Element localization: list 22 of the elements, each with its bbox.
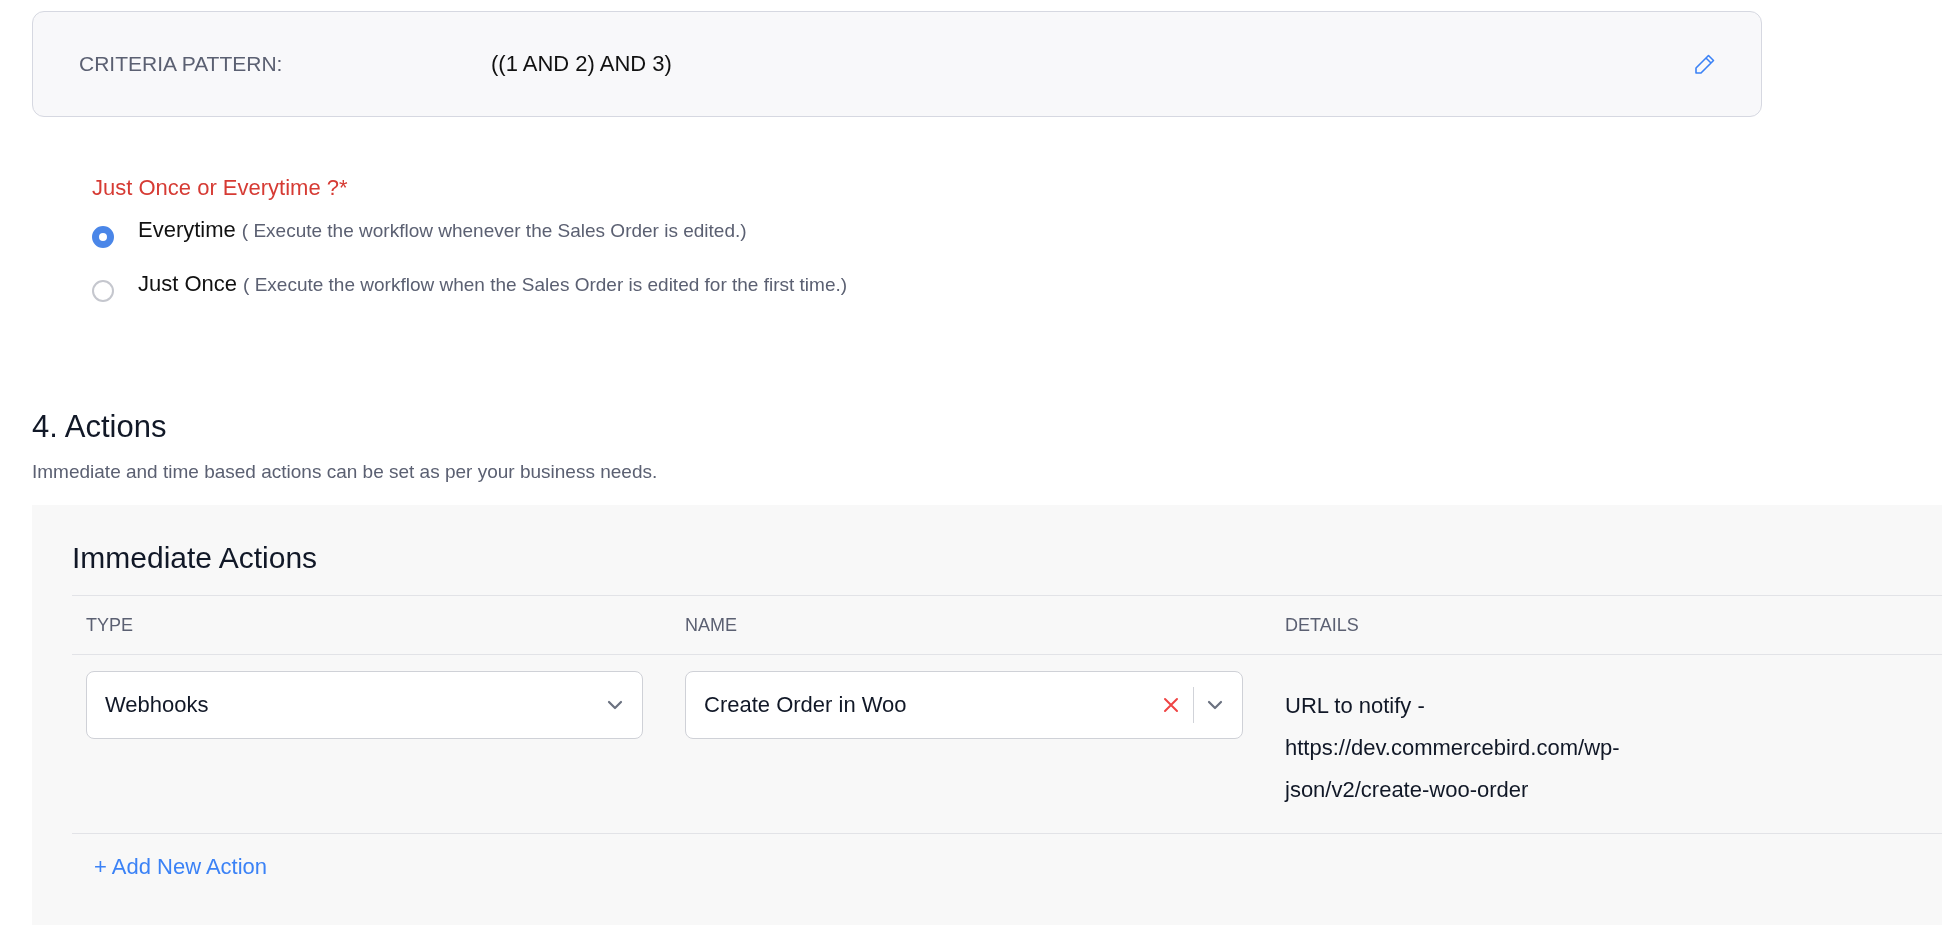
details-text: json/v2/create-woo-order [1285, 776, 1530, 804]
column-header: TYPE [85, 614, 134, 636]
field-label: Just Once or Everytime ?* [92, 175, 349, 201]
panel-title: Immediate Actions [72, 541, 319, 575]
radio-button[interactable] [92, 226, 114, 248]
section-heading: 4. Actions [32, 409, 168, 445]
criteria-label: CRITERIA PATTERN: [79, 52, 284, 76]
section-subtitle: Immediate and time based actions can be set as per your business needs. [32, 461, 659, 483]
radio-label[interactable]: Everytime [138, 217, 236, 243]
radio-label[interactable]: Just Once [138, 271, 238, 297]
criteria-value: ((1 AND 2) AND 3) [491, 51, 673, 77]
column-header: NAME [684, 614, 738, 636]
clear-icon[interactable] [1163, 697, 1179, 713]
details-text: https://dev.commercebird.com/wp- [1285, 734, 1621, 762]
type-dropdown[interactable]: Webhooks [86, 671, 643, 739]
radio-button[interactable] [92, 280, 114, 302]
option-description: ( Execute the workflow when the Sales Order is edited for the first time.) [243, 274, 848, 296]
name-dropdown[interactable]: Create Order in Woo [685, 671, 1243, 739]
option-description: ( Execute the workflow whenever the Sales Order is edited.) [241, 220, 747, 242]
details-text: URL to notify - [1285, 692, 1426, 720]
column-header: DETAILS [1284, 614, 1360, 636]
pencil-icon[interactable] [1693, 52, 1717, 76]
